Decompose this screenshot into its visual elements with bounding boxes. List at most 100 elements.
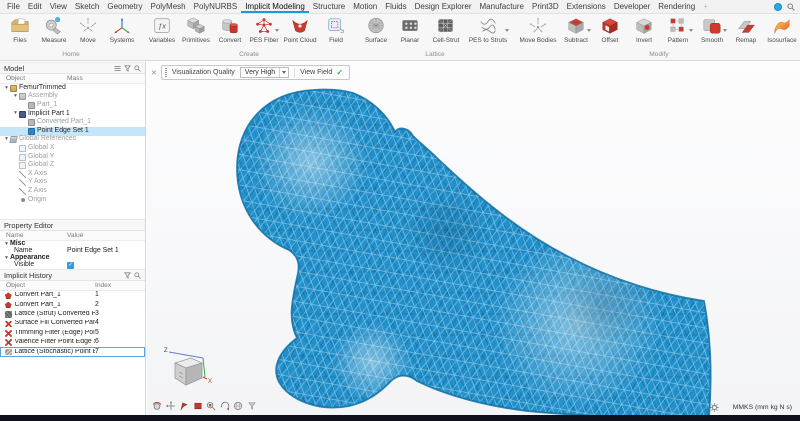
tree-row-global-x[interactable]: Global X [0,144,145,153]
variables-button[interactable]: ƒx Variables [145,15,179,50]
view-field-button[interactable]: View Field [300,68,343,77]
systems-button[interactable]: Systems [105,15,139,50]
pattern-button[interactable]: Pattern [661,15,695,50]
zoom-window-icon[interactable] [193,401,203,411]
menu-rendering[interactable]: Rendering [654,0,699,13]
menu-polynurbs[interactable]: PolyNURBS [190,0,242,13]
tree-row-femurtrimmed[interactable]: FemurTrimmed [0,84,145,93]
tree-row-part-1[interactable]: Part_1 [0,101,145,110]
history-row[interactable]: Convert Part_11 [0,291,145,300]
menu-add-tab[interactable]: + [699,0,712,13]
viewport-3d[interactable]: Visualization Quality Very High View Fie… [147,62,800,415]
history-row[interactable]: Lattice (Strut) Converted Part_13 [0,310,145,319]
pan-view-icon[interactable] [166,401,176,411]
move-bodies-button[interactable]: Move Bodies [517,15,559,50]
tree-row-x-axis[interactable]: X Axis [0,170,145,179]
column-header-name: Name [0,232,67,239]
tree-row-global-references[interactable]: Global References [0,136,145,145]
menu-motion[interactable]: Motion [349,0,381,13]
pes-fiber-button[interactable]: PES Fiber [247,15,281,50]
visible-checkbox[interactable] [67,262,74,269]
history-row[interactable]: Convert Part_12 [0,300,145,309]
point-cloud-button[interactable]: Point Cloud [281,15,319,50]
measure-button[interactable]: Measure [37,15,71,50]
orbit-view-icon[interactable] [152,401,162,411]
menu-polymesh[interactable]: PolyMesh [146,0,189,13]
search-icon[interactable] [134,65,141,72]
column-header-value: Value [67,232,145,239]
menu-file[interactable]: File [3,0,24,13]
ribbon-group-label: Home [3,50,139,60]
history-row-selected[interactable]: Lattice (Stochastic) Point Edg..7 [0,347,145,356]
history-row[interactable]: Valence Filter Point Edge Set 16 [0,338,145,347]
visualization-quality-select[interactable]: Very High [240,67,289,78]
menu-geometry[interactable]: Geometry [103,0,146,13]
property-value[interactable]: Point Edge Set 1 [67,248,145,255]
tree-row-global-z[interactable]: Global Z [0,161,145,170]
settings-gear-icon[interactable] [710,403,719,412]
menu-fluids[interactable]: Fluids [381,0,410,13]
view-filter-icon[interactable] [247,401,257,411]
tree-row-implicit-part-1[interactable]: Implicit Part 1 [0,110,145,119]
history-row[interactable]: Trimming Filter (Edge) Point Ed..5 [0,329,145,338]
units-indicator[interactable]: MMKS (mm kg N s) [733,404,792,411]
pes-to-struts-button[interactable]: PES to Struts [465,15,511,50]
planar-lattice-button[interactable]: Planar [393,15,427,50]
menu-view[interactable]: View [46,0,71,13]
smooth-button[interactable]: Smooth [695,15,729,50]
pes-to-struts-icon [477,16,499,36]
account-avatar[interactable] [774,3,782,11]
close-icon[interactable] [151,69,157,77]
filter-icon[interactable] [124,65,131,72]
menu-structure[interactable]: Structure [309,0,349,13]
tree-row-y-axis[interactable]: Y Axis [0,179,145,188]
view-orientation-cube[interactable]: Z X [163,345,219,391]
menu-extensions[interactable]: Extensions [563,0,610,13]
tree-row-assembly[interactable]: Assembly [0,93,145,102]
primitives-button[interactable]: Primitives [179,15,213,50]
plane-icon [19,162,26,169]
isosurface-button[interactable]: Isosurface [763,15,800,50]
filter-icon[interactable] [124,272,131,279]
drag-grip-icon[interactable] [165,68,167,77]
expand-arrow-icon[interactable] [12,94,19,99]
history-row[interactable]: Surface Fill Converted Part_14 [0,319,145,328]
tree-row-origin[interactable]: Origin [0,196,145,205]
subtract-button[interactable]: Subtract [559,15,593,50]
zoom-icon[interactable] [206,401,216,411]
files-button[interactable]: Files [3,15,37,50]
menu-design-explorer[interactable]: Design Explorer [411,0,476,13]
ribbon-toolbar: Files Measure Move Systems Home [0,14,800,61]
cell-strut-button[interactable]: Cell-Strut [427,15,465,50]
select-flag-icon[interactable] [179,401,189,411]
offset-button[interactable]: Offset [593,15,627,50]
menu-developer[interactable]: Developer [610,0,654,13]
rotate-view-icon[interactable] [220,401,230,411]
menu-edit[interactable]: Edit [24,0,46,13]
expand-arrow-icon[interactable] [12,111,19,116]
invert-button[interactable]: Invert [627,15,661,50]
surface-lattice-button[interactable]: Surface [359,15,393,50]
remap-button[interactable]: Remap [729,15,763,50]
perspective-icon[interactable] [233,401,243,411]
menu-sketch[interactable]: Sketch [71,0,103,13]
tree-row-label: Global Y [28,154,54,161]
tree-row-label: Global Z [28,162,54,169]
menu-print3d[interactable]: Print3D [528,0,563,13]
property-row-visible[interactable]: Visible [0,262,145,269]
tree-row-global-y[interactable]: Global Y [0,153,145,162]
expand-arrow-icon[interactable] [3,86,10,91]
menu-manufacture[interactable]: Manufacture [476,0,528,13]
expand-arrow-icon[interactable] [3,242,10,247]
tree-row-point-edge-set-1[interactable]: Point Edge Set 1 [0,127,145,136]
search-icon[interactable] [787,3,795,11]
tree-row-converted-part-1[interactable]: Converted Part_1 [0,118,145,127]
menu-implicit-modeling[interactable]: Implicit Modeling [241,0,309,13]
tree-row-z-axis[interactable]: Z Axis [0,187,145,196]
expand-arrow-icon[interactable] [3,256,10,261]
list-view-icon[interactable] [114,65,121,72]
move-button[interactable]: Move [71,15,105,50]
search-icon[interactable] [134,272,141,279]
field-button[interactable]: Field [319,15,353,50]
convert-button[interactable]: Convert [213,15,247,50]
